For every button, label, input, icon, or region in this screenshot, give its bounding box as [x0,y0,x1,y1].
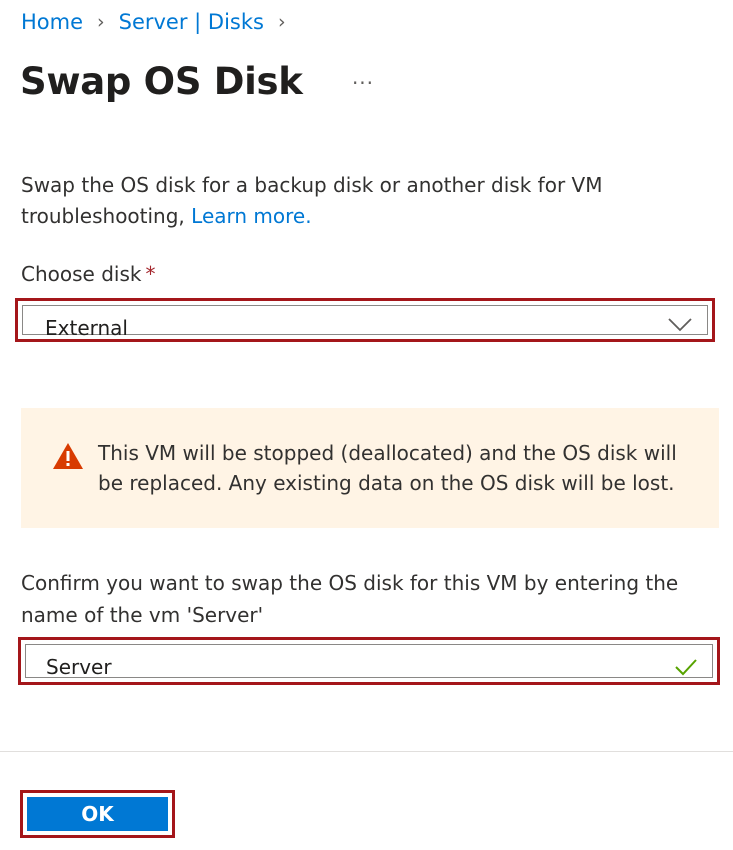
confirm-vm-name-value: Server [46,655,112,679]
choose-disk-selected-value: External [45,316,128,340]
learn-more-link[interactable]: Learn more. [191,204,311,228]
description-text: Swap the OS disk for a backup disk or an… [21,170,701,232]
breadcrumb: Home › Server | Disks › [21,6,300,38]
breadcrumb-home-link[interactable]: Home [21,10,83,34]
warning-message-bar: This VM will be stopped (deallocated) an… [21,408,719,528]
confirm-vm-name-field[interactable]: Server [25,644,713,679]
description-body: Swap the OS disk for a backup disk or an… [21,173,603,228]
ok-button-highlight: OK [20,790,175,838]
choose-disk-dropdown-field[interactable]: External [22,305,708,340]
choose-disk-label-text: Choose disk [21,262,142,286]
choose-disk-dropdown[interactable]: External [15,298,715,342]
more-ellipsis-icon[interactable]: ··· [350,70,376,96]
chevron-right-icon: › [97,11,105,33]
confirm-label: Confirm you want to swap the OS disk for… [21,571,679,627]
chevron-down-icon[interactable] [667,316,693,334]
checkmark-icon [675,659,697,676]
ok-button[interactable]: OK [27,797,168,831]
choose-disk-label: Choose disk * [21,262,155,286]
footer-divider [0,751,733,752]
breadcrumb-server-disks-link[interactable]: Server | Disks [119,10,264,34]
chevron-right-icon: › [277,11,286,33]
page-title: Swap OS Disk [20,60,303,103]
warning-triangle-icon [53,443,83,469]
required-marker: * [145,262,156,286]
warning-text: This VM will be stopped (deallocated) an… [98,441,677,495]
confirm-vm-name-input[interactable]: Server [18,637,720,685]
